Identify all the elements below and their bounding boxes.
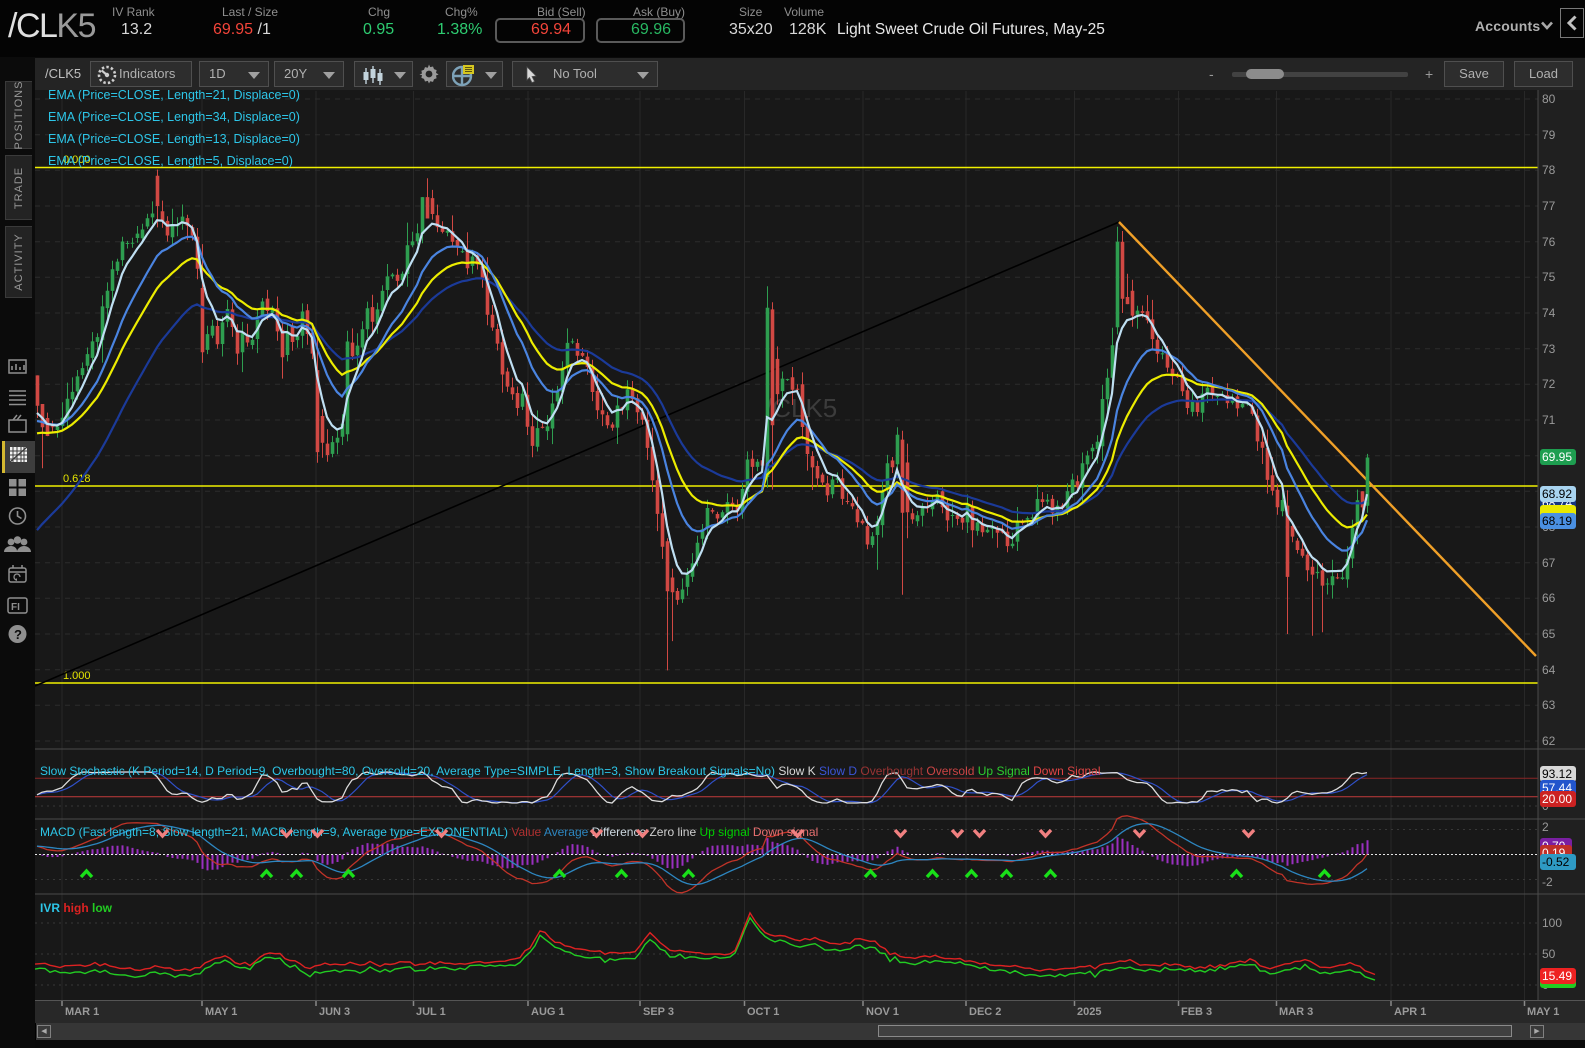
svg-text:100: 100: [1542, 916, 1562, 930]
svg-text:74: 74: [1542, 306, 1556, 320]
svg-text:77: 77: [1542, 199, 1556, 213]
svg-text:65: 65: [1542, 627, 1556, 641]
svg-text:Slow Stochastic (K Period=14,: Slow Stochastic (K Period=14, D Period=9…: [40, 764, 1101, 778]
svg-text:75: 75: [1542, 270, 1556, 284]
svg-text:78: 78: [1542, 163, 1556, 177]
svg-text:76: 76: [1542, 235, 1556, 249]
svg-text:79: 79: [1542, 128, 1556, 142]
svg-text:FI: FI: [11, 602, 20, 613]
svg-text:73: 73: [1542, 342, 1556, 356]
svg-text:50: 50: [1542, 947, 1556, 961]
svg-text:EMA (Price=CLOSE, Length=21, D: EMA (Price=CLOSE, Length=21, Displace=0): [48, 90, 300, 102]
svg-text:64: 64: [1542, 663, 1556, 677]
svg-text:20.00: 20.00: [1542, 792, 1572, 806]
svg-text:71: 71: [1542, 413, 1556, 427]
svg-text:15.49: 15.49: [1542, 969, 1572, 983]
svg-text:-2: -2: [1542, 875, 1553, 889]
svg-text:68.92: 68.92: [1542, 487, 1572, 501]
svg-text:72: 72: [1542, 377, 1556, 391]
svg-text:IVR high low: IVR high low: [40, 901, 113, 915]
svg-text:0.618: 0.618: [63, 473, 91, 485]
svg-text:-0.52: -0.52: [1542, 855, 1570, 869]
svg-text:66: 66: [1542, 591, 1556, 605]
svg-text:EMA (Price=CLOSE, Length=13, D: EMA (Price=CLOSE, Length=13, Displace=0): [48, 132, 300, 146]
svg-text:80: 80: [1542, 92, 1556, 106]
svg-text:2: 2: [1542, 820, 1549, 834]
svg-text:67: 67: [1542, 556, 1556, 570]
svg-text:62: 62: [1542, 734, 1556, 748]
svg-text:93.12: 93.12: [1542, 767, 1572, 781]
svg-text:63: 63: [1542, 698, 1556, 712]
svg-text:EMA (Price=CLOSE, Length=34, D: EMA (Price=CLOSE, Length=34, Displace=0): [48, 110, 300, 124]
svg-text:EMA (Price=CLOSE, Length=5, Di: EMA (Price=CLOSE, Length=5, Displace=0): [48, 154, 293, 168]
svg-text:?: ?: [14, 627, 22, 642]
svg-text:69.95: 69.95: [1542, 450, 1572, 464]
svg-text:68.19: 68.19: [1542, 514, 1572, 528]
